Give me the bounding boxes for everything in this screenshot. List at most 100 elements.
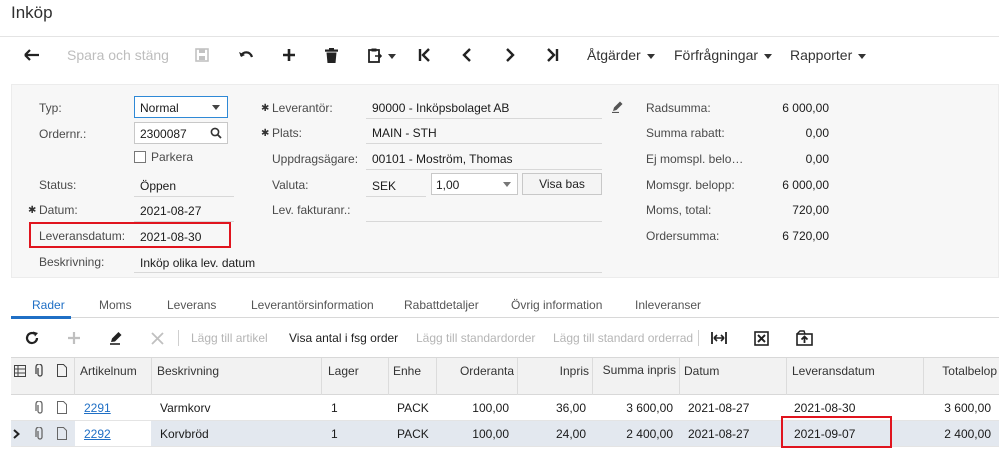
tab-discount[interactable]: Rabattdetaljer xyxy=(404,298,479,312)
order-number-input[interactable]: 2300087 xyxy=(134,122,228,144)
refresh-icon[interactable] xyxy=(25,324,39,352)
excel-export-icon[interactable] xyxy=(754,324,769,352)
required-star: ✱ xyxy=(261,103,270,114)
row-settings-icon[interactable] xyxy=(14,365,26,377)
line-total-label: Radsumma: xyxy=(646,101,711,115)
tab-vendor-info[interactable]: Leverantörsinformation xyxy=(251,298,374,312)
col-description[interactable]: Beskrivning xyxy=(157,364,219,378)
description-label: Beskrivning: xyxy=(39,255,105,269)
site-label: Plats: xyxy=(272,126,303,140)
highlight-box xyxy=(29,222,231,248)
grid-toolbar: Lägg till artikel Visa antal i fsg order… xyxy=(11,324,999,352)
active-tab-indicator xyxy=(11,316,71,319)
cell-description: Varmkorv xyxy=(160,401,211,415)
show-qty-button[interactable]: Visa antal i fsg order xyxy=(289,324,398,352)
add-std-order-button[interactable]: Lägg till standardorder xyxy=(416,324,535,352)
discount-total-label: Summa rabatt: xyxy=(646,126,725,140)
status-value: Öppen xyxy=(140,179,177,193)
col-unit-cost[interactable]: Inpris xyxy=(520,364,589,378)
cell-date: 2021-08-27 xyxy=(688,427,750,441)
chevron-right-icon xyxy=(13,429,20,439)
cell-unit-cost: 24,00 xyxy=(555,427,586,441)
tab-tax[interactable]: Moms xyxy=(99,298,132,312)
note-icon[interactable] xyxy=(57,427,67,440)
currency-label: Valuta: xyxy=(272,178,309,192)
currency-rate-input[interactable]: 1,00 xyxy=(431,173,518,195)
add-row-icon[interactable] xyxy=(67,324,81,352)
order-total-value: 6 720,00 xyxy=(782,229,829,243)
cell-date: 2021-08-27 xyxy=(688,401,750,415)
tab-receipts[interactable]: Inleveranser xyxy=(635,298,701,312)
actions-menu[interactable]: Åtgärder xyxy=(587,37,655,73)
reports-menu[interactable]: Rapporter xyxy=(790,37,867,73)
chevron-down-icon xyxy=(388,53,396,59)
cell-delivery-date: 2021-08-30 xyxy=(794,401,856,415)
clipboard-icon[interactable] xyxy=(368,37,396,73)
site-input[interactable]: MAIN - STH xyxy=(372,126,437,140)
nontaxable-label: Ej momspl. belo… xyxy=(646,152,744,166)
back-icon[interactable] xyxy=(24,37,40,73)
inquiries-menu[interactable]: Förfrågningar xyxy=(674,37,773,73)
vendor-input[interactable]: 90000 - Inköpsbolaget AB xyxy=(372,101,509,115)
cell-unit-cost: 36,00 xyxy=(555,401,586,415)
add-std-row-button[interactable]: Lägg till standard orderrad xyxy=(553,324,693,352)
add-icon[interactable] xyxy=(282,37,296,73)
col-item-number[interactable]: Artikelnum xyxy=(80,364,136,378)
col-date[interactable]: Datum xyxy=(684,364,719,378)
tab-delivery[interactable]: Leverans xyxy=(167,298,216,312)
discount-total-value: 0,00 xyxy=(805,126,829,140)
tab-other-info[interactable]: Övrig information xyxy=(511,298,602,312)
close-icon[interactable] xyxy=(151,324,164,352)
attachment-icon[interactable] xyxy=(35,427,45,441)
save-icon[interactable] xyxy=(195,37,209,73)
fit-columns-icon[interactable] xyxy=(711,324,727,352)
col-order-qty[interactable]: Orderanta xyxy=(442,364,514,378)
previous-record-icon[interactable] xyxy=(462,37,472,73)
view-base-button[interactable]: Visa bas xyxy=(522,173,602,195)
delete-icon[interactable] xyxy=(325,37,338,73)
col-ext-cost[interactable]: Summa inpris xyxy=(597,363,676,377)
taxable-value: 6 000,00 xyxy=(782,178,829,192)
type-select[interactable]: Normal xyxy=(134,96,228,118)
currency-input[interactable]: SEK xyxy=(372,179,396,193)
attachment-icon[interactable] xyxy=(35,401,45,415)
description-input[interactable]: Inköp olika lev. datum xyxy=(140,256,255,270)
last-record-icon[interactable] xyxy=(546,37,559,73)
save-close-button[interactable]: Spara och stäng xyxy=(67,37,169,73)
chevron-down-icon xyxy=(212,105,220,110)
cell-ext-cost: 3 600,00 xyxy=(626,401,673,415)
grid-header: Artikelnum Beskrivning Lager Enhe Ordera… xyxy=(11,357,999,395)
status-label: Status: xyxy=(39,178,77,192)
first-record-icon[interactable] xyxy=(418,37,431,73)
edit-row-icon[interactable] xyxy=(109,324,123,352)
undo-icon[interactable] xyxy=(238,37,254,73)
cell-order-qty: 100,00 xyxy=(472,427,509,441)
taxable-label: Momsgr. belopp: xyxy=(646,178,735,192)
upload-icon[interactable] xyxy=(796,324,813,352)
detail-tabs: Rader Moms Leverans Leverantörsinformati… xyxy=(11,294,999,318)
owner-label: Uppdragsägare: xyxy=(272,152,359,166)
date-input[interactable]: 2021-08-27 xyxy=(140,204,201,218)
chevron-down-icon xyxy=(646,53,655,59)
edit-icon[interactable] xyxy=(611,100,624,113)
note-icon[interactable] xyxy=(57,401,67,414)
page-title: Inköp xyxy=(11,3,53,22)
owner-input[interactable]: 00101 - Moström, Thomas xyxy=(372,152,513,166)
cell-unit: PACK xyxy=(397,427,429,441)
search-icon[interactable] xyxy=(210,127,222,139)
col-delivery-date[interactable]: Leveransdatum xyxy=(792,364,875,378)
next-record-icon[interactable] xyxy=(505,37,515,73)
chevron-down-icon xyxy=(858,53,867,59)
tab-rows[interactable]: Rader xyxy=(32,298,65,312)
item-number-link[interactable]: 2291 xyxy=(84,401,111,415)
col-warehouse[interactable]: Lager xyxy=(328,364,359,378)
vendor-label: Leverantör: xyxy=(272,101,333,115)
park-checkbox[interactable] xyxy=(134,151,146,163)
add-item-button[interactable]: Lägg till artikel xyxy=(191,324,268,352)
summary-form: Typ: Normal Ordernr.: 2300087 Parkera St… xyxy=(11,84,999,278)
col-unit[interactable]: Enhe xyxy=(393,364,423,378)
vendor-invoice-label: Lev. fakturanr.: xyxy=(272,203,351,217)
cell-total-amount: 2 400,00 xyxy=(944,427,991,441)
item-number-link[interactable]: 2292 xyxy=(84,427,111,441)
col-total-amount[interactable]: Totalbelop xyxy=(929,364,997,378)
